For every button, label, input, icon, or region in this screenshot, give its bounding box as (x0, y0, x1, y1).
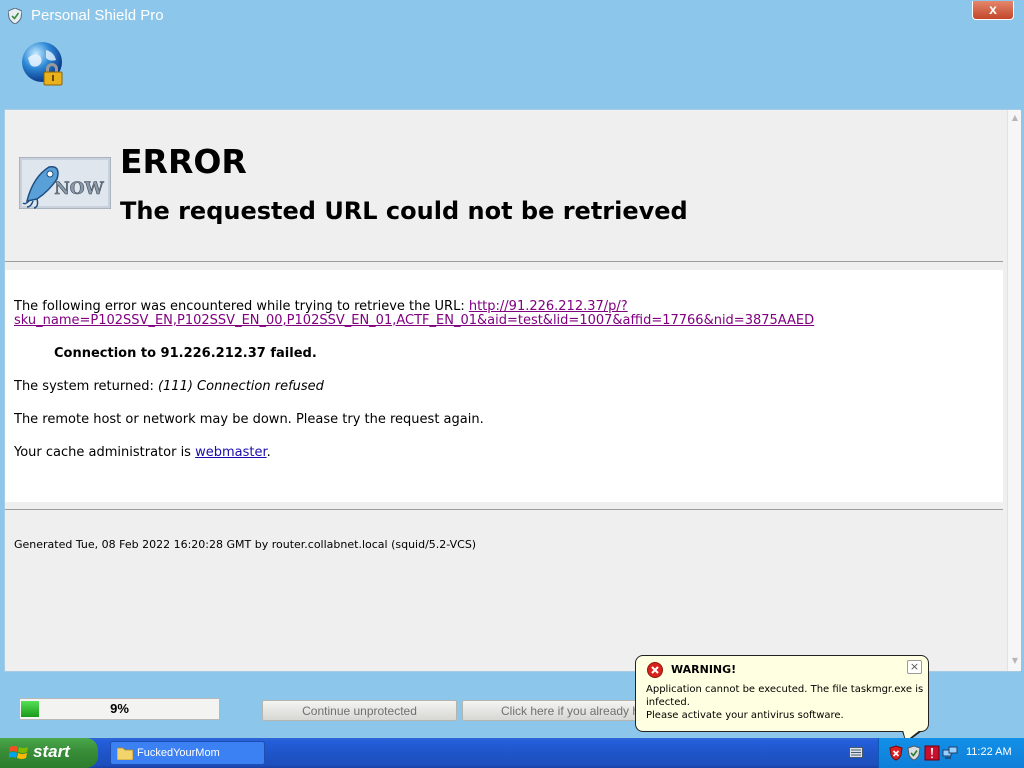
balloon-close-icon[interactable]: × (907, 660, 922, 674)
globe-lock-icon (22, 42, 63, 86)
keyboard-icon[interactable] (849, 747, 863, 758)
squid-logo: NOW (19, 157, 111, 209)
windows-flag-icon (9, 746, 28, 759)
clock: 11:22 AM (966, 746, 1012, 758)
divider (5, 261, 1003, 262)
scroll-down-arrow-icon[interactable]: ▼ (1009, 655, 1021, 667)
remote-host-text: The remote host or network may be down. … (14, 412, 484, 427)
error-url-link-continued[interactable]: sku_name=P102SSV_EN,P102SSV_EN_00,P102SS… (14, 313, 814, 328)
folder-icon (117, 747, 133, 760)
error-description: The following error was encountered whil… (14, 299, 628, 314)
svg-text:NOW: NOW (54, 179, 104, 199)
connection-failed-text: Connection to 91.226.212.37 failed. (54, 346, 317, 361)
error-icon (647, 662, 663, 678)
balloon-message: Please activate your antivirus software. (646, 710, 844, 721)
network-icon[interactable] (942, 745, 958, 761)
error-url-continued: sku_name=P102SSV_EN,P102SSV_EN_00,P102SS… (14, 313, 814, 328)
title-bar: Personal Shield Pro x (0, 0, 1024, 32)
system-returned-text: The system returned: (111) Connection re… (14, 379, 324, 394)
taskbar-item-folder[interactable]: FuckedYourMom (110, 741, 265, 765)
security-shield-icon[interactable] (888, 745, 904, 761)
alert-flag-icon[interactable] (924, 745, 940, 761)
start-button[interactable]: start (0, 738, 98, 768)
window-title: Personal Shield Pro (31, 7, 164, 24)
balloon-title: WARNING! (671, 663, 737, 676)
error-details-panel: The following error was encountered whil… (5, 270, 1003, 502)
already-purchased-button[interactable]: Click here if you already h (462, 700, 642, 721)
taskbar: start FuckedYourMom 11:22 AM (0, 738, 1024, 768)
scan-progress-bar: 9% (19, 698, 220, 720)
cache-admin-text: Your cache administrator is webmaster. (14, 445, 271, 460)
taskbar-item-label: FuckedYourMom (137, 747, 220, 759)
error-heading: ERROR (120, 142, 247, 181)
balloon-message: Application cannot be executed. The file… (646, 684, 924, 695)
shield-icon[interactable] (906, 745, 922, 761)
shield-icon (8, 8, 22, 24)
error-subheading: The requested URL could not be retrieved (120, 197, 688, 225)
start-label: start (33, 742, 70, 761)
continue-unprotected-button[interactable]: Continue unprotected (262, 700, 457, 721)
close-button[interactable]: x (972, 1, 1014, 20)
error-url-link[interactable]: http://91.226.212.37/p/? (469, 299, 628, 314)
generated-footer: Generated Tue, 08 Feb 2022 16:20:28 GMT … (14, 538, 477, 551)
progress-label: 9% (110, 701, 129, 716)
warning-balloon[interactable]: WARNING! × Application cannot be execute… (635, 655, 929, 743)
webmaster-link[interactable]: webmaster (195, 445, 267, 460)
balloon-message: infected. (646, 697, 690, 708)
header-band (0, 32, 1024, 110)
content-frame: NOW ERROR The requested URL could not be… (4, 109, 1021, 672)
scroll-up-arrow-icon[interactable]: ▲ (1009, 112, 1021, 124)
divider (5, 509, 1003, 510)
vertical-scrollbar[interactable]: ▲ ▼ (1007, 110, 1021, 671)
